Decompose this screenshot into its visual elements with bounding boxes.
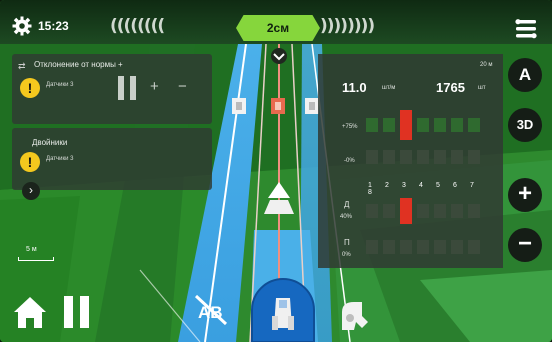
alert-panel-deviation[interactable]: ⇄ Отклонение от нормы + ! Датчики 3 + − — [12, 54, 212, 124]
active-double-cell — [400, 198, 412, 224]
view-3d-button[interactable]: 3D — [508, 108, 542, 142]
alert-subtitle: Датчики 3 — [46, 156, 74, 162]
guidance-offset-badge: 2см — [236, 15, 320, 41]
distance-label: 20 м — [480, 62, 493, 68]
zoom-in-button[interactable]: + — [508, 178, 542, 212]
menu-icon[interactable] — [512, 14, 540, 40]
deviation-high-label: +75% — [342, 124, 358, 130]
pause-icon[interactable] — [64, 296, 90, 328]
alert-title: Двойники — [32, 138, 68, 147]
alert-title: Отклонение от нормы + — [34, 60, 123, 69]
warning-icon: ! — [20, 152, 40, 172]
view-2d-button[interactable]: A — [508, 58, 542, 92]
clock: 15:23 — [38, 19, 69, 33]
sensor-numbers: 1 2 3 4 5 6 78 — [368, 182, 474, 196]
seeding-stats-panel: 20 м 11.0 шт/м 1765 шт +75% -0% 1 2 3 4 5 6 78… — [318, 54, 503, 268]
doubles-label: Д — [344, 200, 350, 209]
gear-icon[interactable] — [12, 16, 32, 36]
top-bar: 15:23 (((((((( 2см )))))))) — [0, 0, 552, 44]
tractor-icon[interactable] — [248, 270, 318, 342]
skips-percent: 0% — [342, 252, 351, 258]
skips-label: П — [344, 238, 350, 247]
rate-value: 11.0 — [342, 80, 367, 95]
increase-button[interactable]: + — [150, 78, 159, 95]
deviation-low-label: -0% — [344, 158, 355, 164]
doubles-cells — [366, 198, 485, 224]
doubles-percent: 40% — [340, 214, 353, 220]
count-unit: шт — [478, 85, 486, 91]
chevrons-left-indicator: (((((((( — [110, 16, 165, 36]
chevrons-right-indicator: )))))))) — [320, 16, 375, 36]
ab-line-off-icon[interactable]: AB — [192, 292, 232, 328]
home-icon[interactable] — [12, 294, 48, 330]
row-arrows-icon: ⇄ — [18, 61, 26, 71]
warning-icon: ! — [20, 78, 40, 98]
pause-icon[interactable] — [118, 76, 138, 100]
count-value: 1765 — [436, 80, 465, 95]
deviation-low-cells — [366, 150, 485, 164]
expand-panel-button[interactable]: › — [22, 182, 40, 200]
deviation-high-cells — [366, 110, 485, 140]
active-sensor-cell — [400, 110, 412, 140]
map-scale-bar — [18, 257, 54, 261]
alert-subtitle: Датчики 3 — [46, 82, 74, 88]
zoom-out-button[interactable]: − — [508, 228, 542, 262]
decrease-button[interactable]: − — [178, 78, 187, 95]
implement-icon[interactable] — [334, 294, 374, 332]
rate-unit: шт/м — [382, 85, 396, 91]
map-scale-label: 5 м — [26, 246, 37, 253]
alert-panel-doubles[interactable]: Двойники ! Датчики 3 — [12, 128, 212, 190]
skips-cells — [366, 240, 485, 254]
screen: 15:23 (((((((( 2см )))))))) ⇄ Отклонение… — [0, 0, 552, 342]
